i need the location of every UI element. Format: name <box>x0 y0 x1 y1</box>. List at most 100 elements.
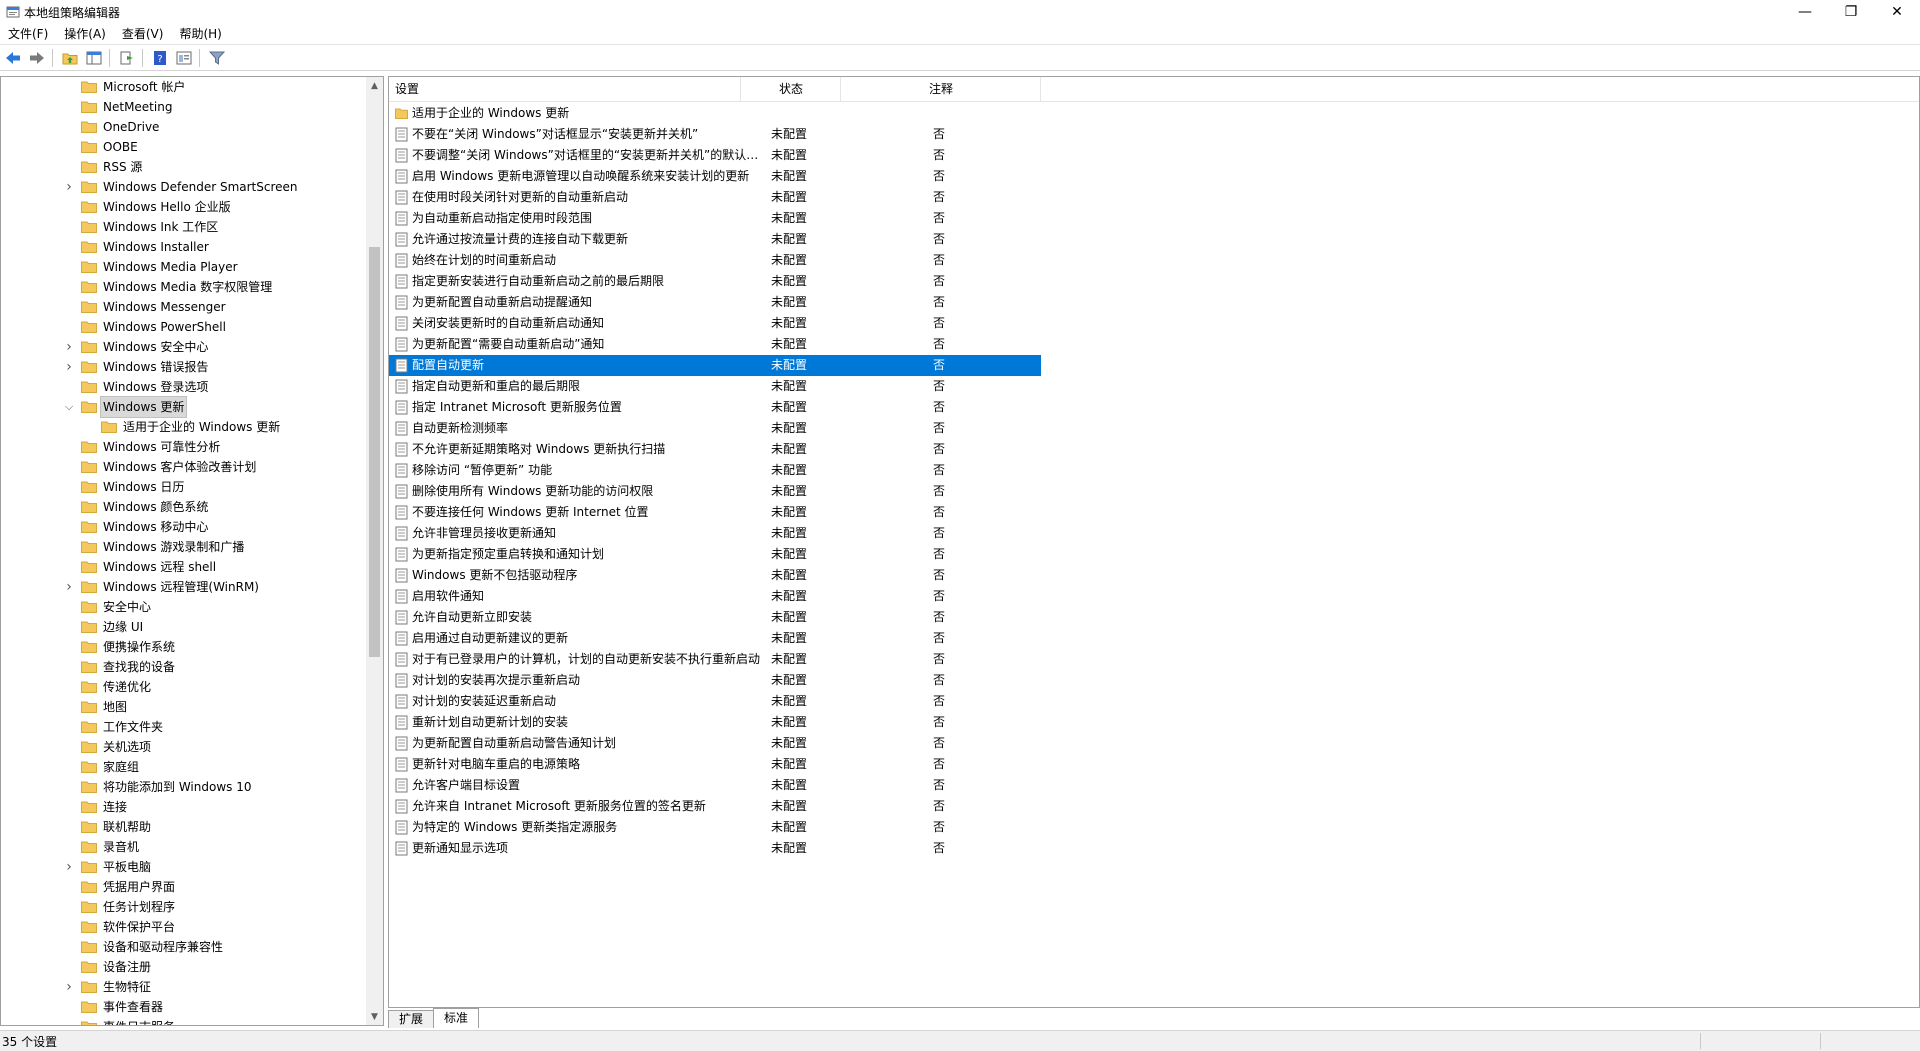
filter-button[interactable] <box>206 47 228 69</box>
tree-item[interactable]: 适用于企业的 Windows 更新 <box>1 417 367 437</box>
table-row[interactable]: 更新通知显示选项 未配置 否 <box>389 838 1041 859</box>
table-row[interactable]: 不允许更新延期策略对 Windows 更新执行扫描 未配置 否 <box>389 439 1041 460</box>
tree-item[interactable]: NetMeeting <box>1 97 367 117</box>
chevron-right-icon[interactable]: › <box>63 177 75 197</box>
table-row[interactable]: 启用通过自动更新建议的更新 未配置 否 <box>389 628 1041 649</box>
export-list-button[interactable] <box>116 47 138 69</box>
tree-item[interactable]: OneDrive <box>1 117 367 137</box>
tree-item[interactable]: 设备和驱动程序兼容性 <box>1 937 367 957</box>
tree-item[interactable]: Windows PowerShell <box>1 317 367 337</box>
table-row[interactable]: 指定更新安装进行自动重新启动之前的最后期限 未配置 否 <box>389 271 1041 292</box>
tree-item[interactable]: Microsoft 帐户 <box>1 77 367 97</box>
tree-item[interactable]: 软件保护平台 <box>1 917 367 937</box>
chevron-right-icon[interactable]: › <box>63 357 75 377</box>
minimize-button[interactable]: — <box>1782 0 1828 24</box>
tree-item[interactable]: 传递优化 <box>1 677 367 697</box>
table-row[interactable]: 重新计划自动更新计划的安装 未配置 否 <box>389 712 1041 733</box>
table-row[interactable]: 为自动重新启动指定使用时段范围 未配置 否 <box>389 208 1041 229</box>
chevron-down-icon[interactable]: ⌵ <box>63 397 75 417</box>
column-header-comment[interactable]: 注释 <box>841 77 1041 101</box>
tree-item[interactable]: 便携操作系统 <box>1 637 367 657</box>
scroll-down-icon[interactable]: ▼ <box>366 1008 383 1025</box>
menu-action[interactable]: 操作(A) <box>56 24 114 44</box>
tree-item[interactable]: 事件日志服务 <box>1 1017 367 1025</box>
table-row[interactable]: 不要在“关闭 Windows”对话框显示“安装更新并关机” 未配置 否 <box>389 124 1041 145</box>
tree-item[interactable]: › 生物特征 <box>1 977 367 997</box>
help-button[interactable]: ? <box>149 47 171 69</box>
chevron-right-icon[interactable]: › <box>63 577 75 597</box>
table-row[interactable]: Windows 更新不包括驱动程序 未配置 否 <box>389 565 1041 586</box>
close-button[interactable]: ✕ <box>1874 0 1920 24</box>
tree-item[interactable]: Windows 颜色系统 <box>1 497 367 517</box>
column-header-setting[interactable]: 设置 <box>389 77 741 101</box>
table-row[interactable]: 对计划的安装再次提示重新启动 未配置 否 <box>389 670 1041 691</box>
chevron-right-icon[interactable]: › <box>63 337 75 357</box>
settings-list-pane[interactable]: 设置 状态 注释 适用于企业的 Windows 更新 不要在“关闭 Windows… <box>388 76 1920 1008</box>
table-row[interactable]: 移除访问 “暂停更新” 功能 未配置 否 <box>389 460 1041 481</box>
tree-item[interactable]: Windows Media 数字权限管理 <box>1 277 367 297</box>
tree-item[interactable]: Windows Messenger <box>1 297 367 317</box>
table-row[interactable]: 允许来自 Intranet Microsoft 更新服务位置的签名更新 未配置 否 <box>389 796 1041 817</box>
properties-button[interactable] <box>173 47 195 69</box>
tree-item[interactable]: Windows 可靠性分析 <box>1 437 367 457</box>
tree-item[interactable]: › Windows 安全中心 <box>1 337 367 357</box>
tree-item[interactable]: 将功能添加到 Windows 10 <box>1 777 367 797</box>
tree-item[interactable]: Windows Media Player <box>1 257 367 277</box>
table-row[interactable]: 为更新指定预定重启转换和通知计划 未配置 否 <box>389 544 1041 565</box>
table-row[interactable]: 对计划的安装延迟重新启动 未配置 否 <box>389 691 1041 712</box>
tree-item[interactable]: 查找我的设备 <box>1 657 367 677</box>
tree-item[interactable]: ⌵ Windows 更新 <box>1 396 367 418</box>
maximize-button[interactable]: ❐ <box>1828 0 1874 24</box>
tree-item[interactable]: 工作文件夹 <box>1 717 367 737</box>
table-row[interactable]: 始终在计划的时间重新启动 未配置 否 <box>389 250 1041 271</box>
tree-item[interactable]: › Windows 远程管理(WinRM) <box>1 577 367 597</box>
show-hide-tree-button[interactable] <box>83 47 105 69</box>
tree-item[interactable]: 凭据用户界面 <box>1 877 367 897</box>
tree-item[interactable]: 安全中心 <box>1 597 367 617</box>
forward-button[interactable] <box>26 47 48 69</box>
tree-pane[interactable]: Microsoft 帐户 NetMeeting OneDrive OOBE RSS 源 ›… <box>0 76 384 1026</box>
tree-item[interactable]: 家庭组 <box>1 757 367 777</box>
table-row[interactable]: 在使用时段关闭针对更新的自动重新启动 未配置 否 <box>389 187 1041 208</box>
tree-item[interactable]: 联机帮助 <box>1 817 367 837</box>
table-row[interactable]: 删除使用所有 Windows 更新功能的访问权限 未配置 否 <box>389 481 1041 502</box>
scrollbar-thumb[interactable] <box>369 247 380 657</box>
scroll-up-icon[interactable]: ▲ <box>366 77 383 94</box>
menu-file[interactable]: 文件(F) <box>0 24 56 44</box>
tree-item[interactable]: 任务计划程序 <box>1 897 367 917</box>
table-row[interactable]: 指定自动更新和重启的最后期限 未配置 否 <box>389 376 1041 397</box>
table-row[interactable]: 不要连接任何 Windows 更新 Internet 位置 未配置 否 <box>389 502 1041 523</box>
tree-item[interactable]: 边缘 UI <box>1 617 367 637</box>
tree-item[interactable]: Windows 登录选项 <box>1 377 367 397</box>
tree-item[interactable]: 录音机 <box>1 837 367 857</box>
table-row[interactable]: 允许自动更新立即安装 未配置 否 <box>389 607 1041 628</box>
tree-item[interactable]: Windows Hello 企业版 <box>1 197 367 217</box>
table-row[interactable]: 为特定的 Windows 更新类指定源服务 未配置 否 <box>389 817 1041 838</box>
table-row[interactable]: 对于有已登录用户的计算机，计划的自动更新安装不执行重新启动 未配置 否 <box>389 649 1041 670</box>
menu-view[interactable]: 查看(V) <box>114 24 172 44</box>
tree-item[interactable]: Windows 日历 <box>1 477 367 497</box>
table-row[interactable]: 允许通过按流量计费的连接自动下载更新 未配置 否 <box>389 229 1041 250</box>
list-item-folder[interactable]: 适用于企业的 Windows 更新 <box>389 103 1041 124</box>
tree-item[interactable]: Windows 远程 shell <box>1 557 367 577</box>
tree-item[interactable]: Windows 移动中心 <box>1 517 367 537</box>
table-row[interactable]: 关闭安装更新时的自动重新启动通知 未配置 否 <box>389 313 1041 334</box>
tree-item[interactable]: Windows Installer <box>1 237 367 257</box>
tree-item[interactable]: Windows 客户体验改善计划 <box>1 457 367 477</box>
column-header-state[interactable]: 状态 <box>741 77 841 101</box>
tree-item[interactable]: 关机选项 <box>1 737 367 757</box>
chevron-right-icon[interactable]: › <box>63 857 75 877</box>
tree-item[interactable]: 连接 <box>1 797 367 817</box>
chevron-right-icon[interactable]: › <box>63 977 75 997</box>
table-row[interactable]: 更新针对电脑车重启的电源策略 未配置 否 <box>389 754 1041 775</box>
table-row[interactable]: 允许非管理员接收更新通知 未配置 否 <box>389 523 1041 544</box>
tree-item[interactable]: Windows Ink 工作区 <box>1 217 367 237</box>
tree-item[interactable]: 设备注册 <box>1 957 367 977</box>
tree-item[interactable]: 事件查看器 <box>1 997 367 1017</box>
tree-item[interactable]: RSS 源 <box>1 157 367 177</box>
tree-item[interactable]: 地图 <box>1 697 367 717</box>
table-row[interactable]: 允许客户端目标设置 未配置 否 <box>389 775 1041 796</box>
tree-item[interactable]: › Windows Defender SmartScreen <box>1 177 367 197</box>
up-one-level-button[interactable] <box>59 47 81 69</box>
table-row[interactable]: 不要调整“关闭 Windows”对话框里的“安装更新并关机”的默认选项 未配置 否 <box>389 145 1041 166</box>
